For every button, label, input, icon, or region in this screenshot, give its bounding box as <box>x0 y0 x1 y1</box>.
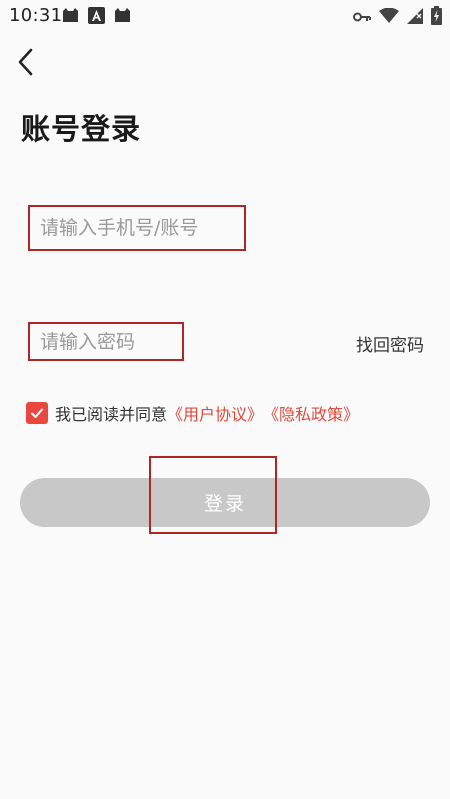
vpn-key-icon <box>353 8 371 27</box>
user-agreement-link[interactable]: 《用户协议》 <box>167 401 263 425</box>
status-bar: 10:31 <box>0 0 450 34</box>
notification-icons <box>62 7 131 24</box>
system-icons <box>353 6 442 29</box>
status-time: 10:31 <box>9 5 63 26</box>
battery-charging-icon <box>431 6 442 29</box>
forgot-password-link[interactable]: 找回密码 <box>356 331 424 356</box>
agreement-row: 我已阅读并同意 《用户协议》 《隐私政策》 <box>26 401 359 425</box>
agreement-checkbox[interactable] <box>26 402 48 424</box>
account-input[interactable] <box>28 205 246 251</box>
back-button[interactable] <box>12 44 44 80</box>
agreement-text: 我已阅读并同意 <box>55 405 168 424</box>
privacy-policy-link[interactable]: 《隐私政策》 <box>263 401 359 425</box>
back-arrow-icon <box>18 48 33 76</box>
check-icon <box>31 408 43 418</box>
app-store-a-icon <box>88 7 105 24</box>
login-screen: 10:31 账号登录 请输入手机号/账号 找回密码 我已阅读并同意 《用户协议》… <box>0 0 450 799</box>
cat-app-icon <box>62 7 79 24</box>
login-button[interactable]: 登录 <box>20 478 430 527</box>
cat-app-icon <box>114 7 131 24</box>
signal-icon <box>407 7 423 28</box>
wifi-icon <box>379 7 399 28</box>
page-title: 账号登录 <box>21 112 142 146</box>
password-input[interactable] <box>28 322 184 361</box>
